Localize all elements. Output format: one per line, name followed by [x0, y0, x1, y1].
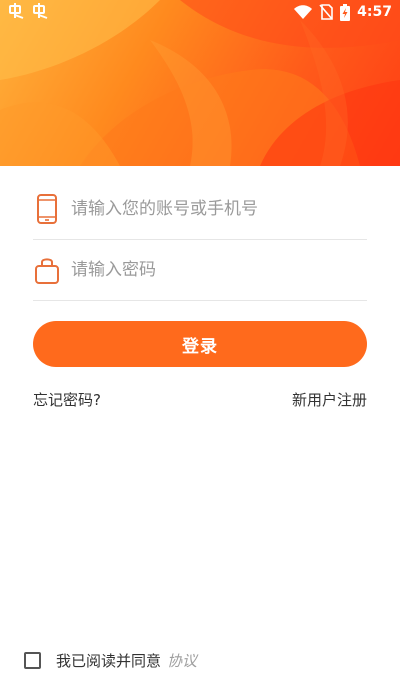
phone-icon [33, 193, 61, 225]
notification-icon [33, 3, 48, 19]
status-left-icons [8, 3, 50, 19]
account-input[interactable] [71, 189, 351, 229]
agreement-protocol-link[interactable]: 协议 [167, 650, 197, 671]
password-field [33, 240, 367, 301]
battery-charging-icon [340, 3, 351, 21]
no-sim-icon [319, 4, 333, 20]
agreement-checkbox[interactable] [24, 651, 41, 669]
register-link[interactable]: 新用户注册 [292, 390, 367, 410]
login-screen: 4:57 登录 忘记密码? 新用户注册 我已阅读并同意 [0, 0, 400, 700]
status-right-icons: 4:57 [294, 2, 392, 22]
banner-decoration [0, 0, 400, 166]
login-button[interactable]: 登录 [33, 321, 367, 367]
notification-icon [9, 3, 24, 19]
header-banner [0, 0, 400, 166]
account-field [33, 179, 367, 240]
agreement-text: 我已阅读并同意 [56, 651, 162, 670]
status-bar: 4:57 [0, 0, 400, 24]
status-time: 4:57 [357, 4, 392, 20]
password-input[interactable] [71, 250, 351, 290]
agreement-row: 我已阅读并同意 协议 [24, 649, 197, 671]
wifi-icon [294, 5, 313, 19]
forgot-password-link[interactable]: 忘记密码? [33, 390, 101, 410]
lock-icon [33, 254, 61, 286]
